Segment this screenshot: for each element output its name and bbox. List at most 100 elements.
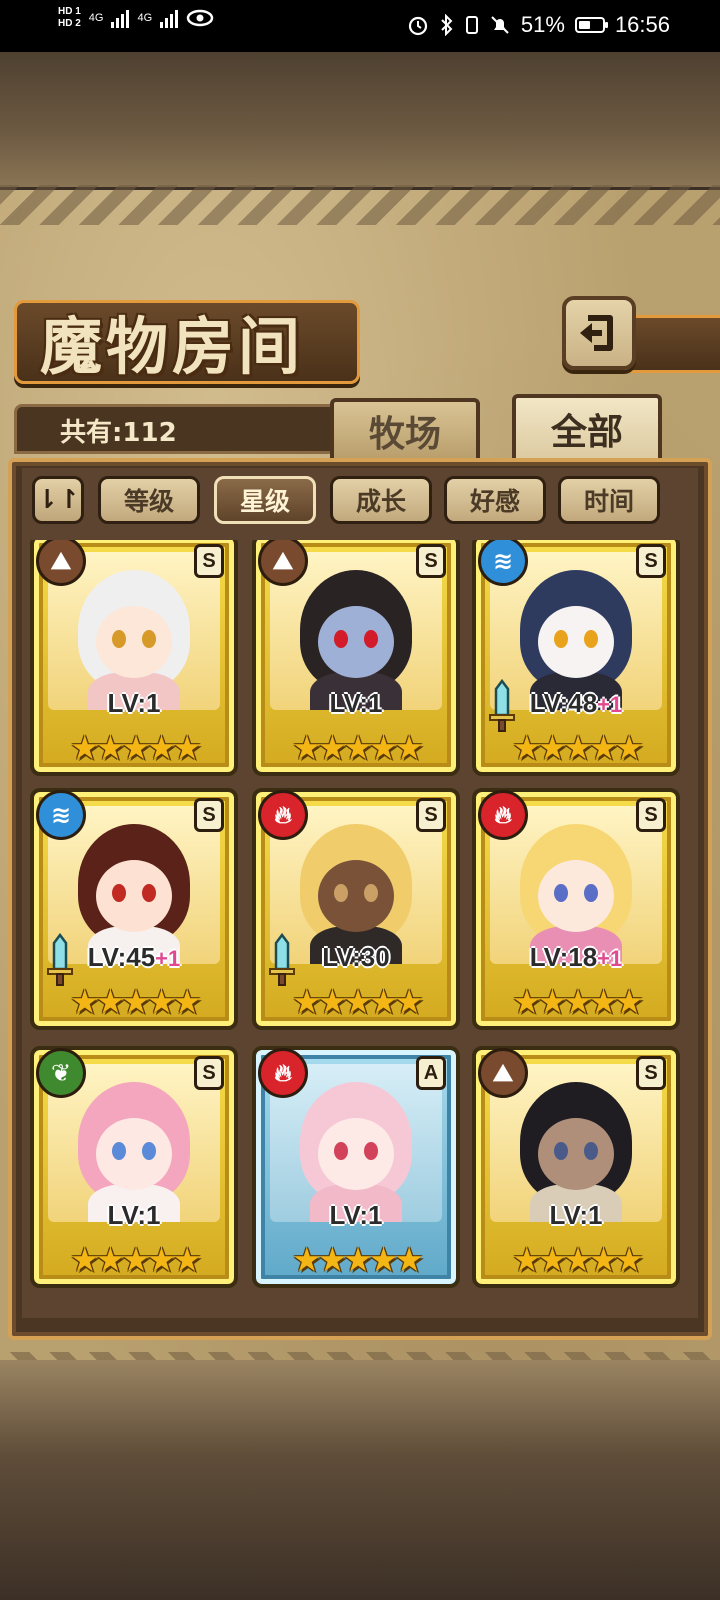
portrait-eye: [554, 630, 568, 648]
tab-all-label: 全部: [550, 412, 623, 453]
portrait-face: [96, 1118, 172, 1190]
star-rating: ★★★★★: [512, 982, 644, 1021]
monster-card[interactable]: ≋ S LV:48+1 ★★★★★: [472, 540, 680, 776]
page-title: 魔物房间: [40, 310, 305, 383]
tab-ranch[interactable]: 牧场: [330, 398, 480, 460]
back-button[interactable]: [562, 296, 636, 370]
portrait-eye: [334, 1142, 348, 1160]
portrait-face: [96, 860, 172, 932]
map-background-bottom: [0, 1360, 720, 1600]
portrait-eye: [584, 1142, 598, 1160]
portrait-eye: [364, 884, 378, 902]
portrait-eye: [554, 884, 568, 902]
monster-card[interactable]: ⛰ S LV:1 ★★★★★: [252, 540, 460, 776]
fire-flame-icon: 🔥︎: [258, 790, 308, 840]
rank-badge: S: [636, 1056, 666, 1090]
level-value: LV:1: [107, 688, 161, 718]
portrait-face: [96, 606, 172, 678]
portrait-eye: [112, 630, 126, 648]
mute-bell-icon: [491, 16, 509, 34]
eye-icon: [186, 9, 214, 27]
portrait-eye: [112, 884, 126, 902]
tab-all[interactable]: 全部: [512, 394, 662, 460]
level-value: LV:1: [329, 688, 383, 718]
star-rating: ★★★★★: [70, 1240, 202, 1279]
portrait-face: [318, 606, 394, 678]
monster-card[interactable]: 🔥︎ S LV:30 ★★★★★: [252, 788, 460, 1030]
monster-card[interactable]: ≋ S LV:45+1 ★★★★★: [30, 788, 238, 1030]
level-label: LV:1: [34, 688, 234, 719]
rank-badge: S: [636, 798, 666, 832]
monster-card[interactable]: 🔥︎ A LV:1 ★★★★★: [252, 1046, 460, 1288]
level-plus: +1: [155, 946, 181, 971]
level-plus: +1: [597, 692, 623, 717]
portrait-eye: [364, 630, 378, 648]
battery-fill: [578, 21, 590, 29]
level-label: LV:1: [476, 1200, 676, 1231]
portrait-face: [538, 606, 614, 678]
status-bar-right: 51% 16:56: [407, 12, 670, 38]
sort-order-icon: ⇂↾: [36, 485, 80, 515]
level-value: LV:48: [529, 688, 598, 718]
torn-edge-top: [0, 185, 720, 225]
portrait-eye: [142, 884, 156, 902]
level-value: LV:30: [322, 942, 390, 972]
star-rating: ★★★★★: [512, 728, 644, 767]
level-label: LV:48+1: [476, 688, 676, 719]
sort-level-label: 等级: [123, 487, 174, 516]
star-rating: ★★★★★: [292, 728, 424, 767]
fire-flame-icon: 🔥︎: [478, 790, 528, 840]
star-rating: ★★★★★: [292, 1240, 424, 1279]
star-rating: ★★★★★: [512, 1240, 644, 1279]
monster-count: 共有:112: [60, 418, 177, 448]
sort-star-label: 星级: [239, 487, 290, 516]
portrait-eye: [364, 1142, 378, 1160]
portrait-eye: [334, 630, 348, 648]
level-value: LV:45: [87, 942, 156, 972]
level-label: LV:1: [34, 1200, 234, 1231]
rank-badge: S: [194, 1056, 224, 1090]
portrait-face: [318, 860, 394, 932]
sort-star-button[interactable]: 星级: [214, 476, 316, 524]
tab-ranch-label: 牧场: [368, 414, 441, 455]
level-plus: +1: [597, 946, 623, 971]
monster-card[interactable]: ⛰ S LV:1 ★★★★★: [30, 540, 238, 776]
hd-indicators: HD 1 HD 2: [58, 6, 81, 30]
network-type-2: 4G: [137, 12, 153, 24]
sort-time-label: 时间: [583, 487, 634, 516]
portrait-eye: [334, 884, 348, 902]
status-bar: HD 1 HD 2 4G 4G 51% 16:56: [0, 0, 720, 52]
level-value: LV:1: [549, 1200, 603, 1230]
monster-card[interactable]: 🔥︎ S LV:18+1 ★★★★★: [472, 788, 680, 1030]
signal-icon: [111, 8, 130, 28]
star-rating: ★★★★★: [70, 728, 202, 767]
sort-order-toggle[interactable]: ⇂↾: [32, 476, 84, 524]
wood-leaf-icon: ❦: [36, 1048, 86, 1098]
sort-affection-button[interactable]: 好感: [444, 476, 546, 524]
back-button-rail: [630, 315, 720, 373]
sort-growth-button[interactable]: 成长: [330, 476, 432, 524]
return-arrow-icon: [580, 315, 613, 351]
rank-badge: S: [194, 544, 224, 578]
water-waves-icon: ≋: [36, 790, 86, 840]
sort-time-button[interactable]: 时间: [558, 476, 660, 524]
monster-card[interactable]: ⛰ S LV:1 ★★★★★: [472, 1046, 680, 1288]
rank-badge: S: [194, 798, 224, 832]
level-value: LV:18: [529, 942, 598, 972]
bluetooth-icon: [441, 14, 453, 36]
rank-badge: S: [416, 798, 446, 832]
earth-mountain-icon: ⛰: [478, 1048, 528, 1098]
portrait-eye: [584, 630, 598, 648]
rank-badge: S: [636, 544, 666, 578]
portrait-face: [538, 860, 614, 932]
rank-badge: S: [416, 544, 446, 578]
portrait-face: [538, 1118, 614, 1190]
monster-card[interactable]: ❦ S LV:1 ★★★★★: [30, 1046, 238, 1288]
sort-level-button[interactable]: 等级: [98, 476, 200, 524]
star-rating: ★★★★★: [70, 982, 202, 1021]
star-rating: ★★★★★: [292, 982, 424, 1021]
level-label: LV:30: [256, 942, 456, 973]
alarm-icon: [408, 16, 427, 36]
battery-icon: [574, 17, 608, 33]
level-label: LV:18+1: [476, 942, 676, 973]
